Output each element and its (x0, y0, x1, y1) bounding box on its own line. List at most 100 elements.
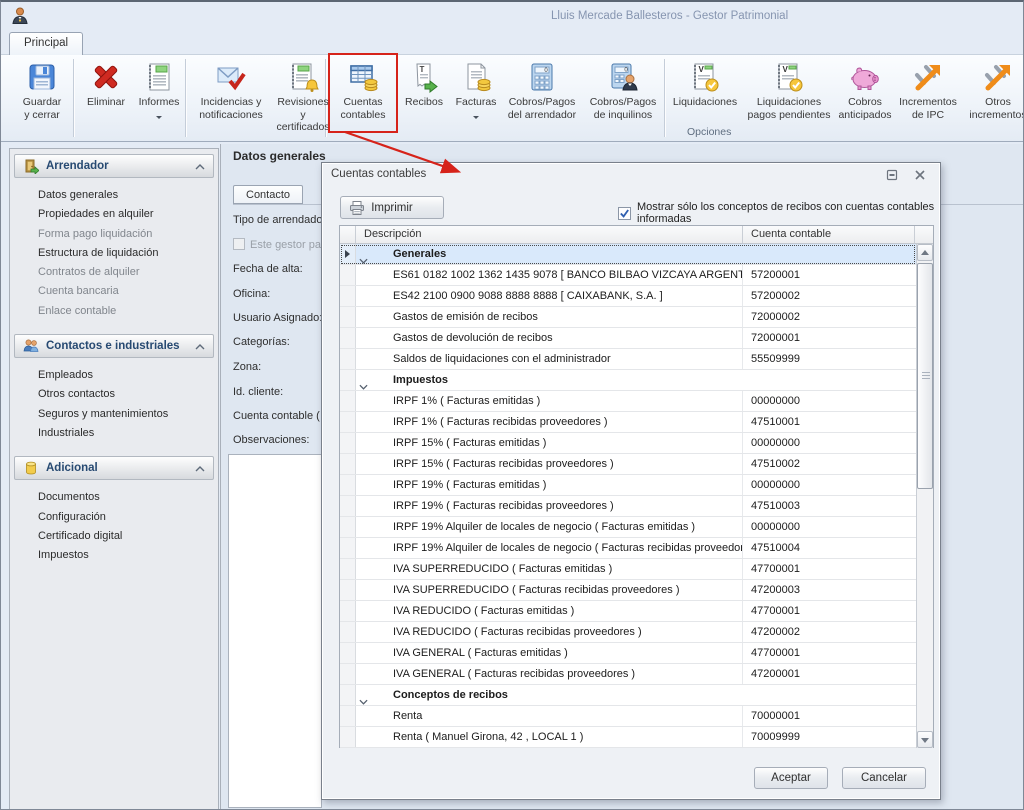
cell-cuenta-contable: 47510002 (743, 454, 916, 474)
sidebar-item-empleados[interactable]: Empleados (14, 366, 214, 385)
grid-row[interactable]: IRPF 19% Alquiler de locales de negocio … (340, 538, 916, 559)
sidebar-item-forma-pago-liquidaci-n[interactable]: Forma pago liquidación (14, 225, 214, 244)
grid-group-row-generales[interactable]: Generales (340, 244, 916, 265)
vertical-scrollbar[interactable] (916, 244, 933, 748)
close-icon[interactable] (914, 168, 928, 182)
cell-cuenta-contable: 47510003 (743, 496, 916, 516)
grid-row[interactable]: IVA SUPERREDUCIDO ( Facturas emitidas )4… (340, 559, 916, 580)
ribbon-button-incidencias-y-notificaciones[interactable]: Incidencias y notificaciones (189, 58, 273, 132)
sidebar-item-contratos-de-alquiler[interactable]: Contratos de alquiler (14, 263, 214, 282)
ribbon-button-cobros-pagos-del-arrendador[interactable]: 0Cobros/Pagos del arrendador (502, 58, 582, 132)
chevron-up-icon (195, 157, 205, 175)
calculator-person-icon: 0 (584, 61, 662, 95)
row-indicator (340, 349, 356, 369)
scroll-down-icon[interactable] (917, 731, 933, 748)
sidebar-item-configuraci-n[interactable]: Configuración (14, 508, 214, 527)
grid-row[interactable]: IVA REDUCIDO ( Facturas recibidas provee… (340, 622, 916, 643)
row-indicator (340, 391, 356, 411)
grid-row[interactable]: Gastos de emisión de recibos72000002 (340, 307, 916, 328)
ribbon-button-liquidaciones-pagos-pendientes[interactable]: VLiquidaciones pagos pendientes (745, 58, 833, 132)
grid-row[interactable]: IVA GENERAL ( Facturas recibidas proveed… (340, 664, 916, 685)
ribbon-button-informes[interactable]: Informes (135, 58, 183, 132)
aceptar-button[interactable]: Aceptar (754, 767, 828, 789)
ribbon-button-guardar-y-cerrar[interactable]: Guardar y cerrar (13, 58, 71, 132)
scroll-up-icon[interactable] (917, 244, 933, 261)
cell-descripcion: IRPF 1% ( Facturas emitidas ) (356, 391, 743, 411)
svg-text:V: V (783, 65, 789, 74)
restore-icon[interactable] (886, 168, 900, 182)
cell-cuenta-contable: 00000000 (743, 517, 916, 537)
tab-principal[interactable]: Principal (9, 32, 83, 55)
sidebar-item-documentos[interactable]: Documentos (14, 488, 214, 507)
grid-row[interactable]: IVA SUPERREDUCIDO ( Facturas recibidas p… (340, 580, 916, 601)
form-label-cuenta-contable: Cuenta contable ( (233, 410, 320, 422)
row-indicator (340, 286, 356, 306)
grid-row[interactable]: Renta ( Manuel Girona, 42 , LOCAL 1 )700… (340, 727, 916, 748)
ribbon-button-eliminar[interactable]: Eliminar (79, 58, 133, 132)
sidebar-item-enlace-contable[interactable]: Enlace contable (14, 302, 214, 321)
grid-header-cuenta-contable[interactable]: Cuenta contable (743, 226, 915, 243)
ribbon-button-otros-incrementos[interactable]: Otros incrementos (963, 58, 1024, 132)
grid-row[interactable]: IRPF 1% ( Facturas recibidas proveedores… (340, 412, 916, 433)
grid-row[interactable]: Saldos de liquidaciones con el administr… (340, 349, 916, 370)
grid-row[interactable]: IRPF 19% Alquiler de locales de negocio … (340, 517, 916, 538)
grid-row[interactable]: IRPF 1% ( Facturas emitidas )00000000 (340, 391, 916, 412)
sidebar-item-industriales[interactable]: Industriales (14, 424, 214, 443)
ribbon-button-incrementos-de-ipc[interactable]: Incrementos de IPC (895, 58, 961, 132)
sidebar-group-items: EmpleadosOtros contactosSeguros y manten… (14, 358, 214, 456)
ribbon-button-cuentas-contables[interactable]: Cuentas contables (332, 58, 394, 132)
ribbon-button-liquidaciones[interactable]: VLiquidaciones (667, 58, 743, 132)
sidebar-item-certificado-digital[interactable]: Certificado digital (14, 527, 214, 546)
tab-contacto[interactable]: Contacto (233, 185, 303, 204)
grid-header-descripcion[interactable]: Descripción (356, 226, 743, 243)
form-label-este-gestor-pat[interactable]: Este gestor pat (233, 238, 324, 251)
calculator-icon: 0 (502, 61, 582, 95)
ribbon-button-cobros-anticipados[interactable]: Cobros anticipados (837, 58, 893, 132)
observaciones-textarea[interactable] (228, 454, 322, 808)
grid-row[interactable]: IRPF 15% ( Facturas recibidas proveedore… (340, 454, 916, 475)
ribbon-button-label: Cobros/Pagos del arrendador (502, 96, 582, 121)
grid-row[interactable]: Renta70000001 (340, 706, 916, 727)
ribbon-button-cobros-pagos-de-inquilinos[interactable]: 0Cobros/Pagos de inquilinos (584, 58, 662, 132)
grid-row[interactable]: IRPF 19% ( Facturas recibidas proveedore… (340, 496, 916, 517)
cell-cuenta-contable: 55509999 (743, 349, 916, 369)
sidebar-item-propiedades-en-alquiler[interactable]: Propiedades en alquiler (14, 205, 214, 224)
ribbon-button-label: Recibos (398, 96, 450, 109)
grid-row[interactable]: Gastos de devolución de recibos72000001 (340, 328, 916, 349)
thumb-grip (922, 372, 930, 380)
sidebar-group-arrendador[interactable]: Arrendador (14, 154, 214, 178)
sidebar-item-impuestos[interactable]: Impuestos (14, 546, 214, 565)
grid-row[interactable]: IVA GENERAL ( Facturas emitidas )4770000… (340, 643, 916, 664)
grid-row[interactable]: IVA REDUCIDO ( Facturas emitidas )477000… (340, 601, 916, 622)
sidebar-item-estructura-de-liquidaci-n[interactable]: Estructura de liquidación (14, 244, 214, 263)
trend-up-icon (895, 61, 961, 95)
ribbon-button-recibos[interactable]: TRecibos (398, 58, 450, 132)
sidebar-item-seguros-y-mantenimientos[interactable]: Seguros y mantenimientos (14, 405, 214, 424)
sidebar-item-otros-contactos[interactable]: Otros contactos (14, 385, 214, 404)
grid-row[interactable]: IRPF 19% ( Facturas emitidas )00000000 (340, 475, 916, 496)
sidebar-item-cuenta-bancaria[interactable]: Cuenta bancaria (14, 282, 214, 301)
scrollbar-thumb[interactable] (917, 263, 933, 489)
grid-group-row-conceptos-de-recibos[interactable]: Conceptos de recibos (340, 685, 916, 706)
row-indicator (340, 685, 356, 705)
ribbon-button-revisiones-y-certificados[interactable]: Revisiones y certificados (275, 58, 331, 132)
cell-descripcion: IRPF 19% ( Facturas emitidas ) (356, 475, 743, 495)
form-label-usuario-asignado: Usuario Asignado: (233, 312, 322, 324)
form-label-zona: Zona: (233, 361, 261, 373)
sidebar-group-adicional[interactable]: Adicional (14, 456, 214, 480)
ribbon-button-facturas[interactable]: Facturas (452, 58, 500, 132)
sidebar-group-contactos-e-industriales[interactable]: Contactos e industriales (14, 334, 214, 358)
grid-row[interactable]: IRPF 15% ( Facturas emitidas )00000000 (340, 433, 916, 454)
form-label-id-cliente: Id. cliente: (233, 386, 283, 398)
filter-checkbox[interactable]: Mostrar sólo los conceptos de recibos co… (618, 201, 940, 225)
navigation-sidebar: Arrendador Datos generalesPropiedades en … (9, 148, 219, 810)
grid-row[interactable]: ES42 2100 0900 9088 8888 8888 [ CAIXABAN… (340, 286, 916, 307)
invoice-coins-icon (452, 61, 500, 95)
sidebar-group-title: Arrendador (46, 160, 195, 172)
grid-row[interactable]: ES61 0182 1002 1362 1435 9078 [ BANCO BI… (340, 265, 916, 286)
row-indicator (340, 727, 356, 747)
cancelar-button[interactable]: Cancelar (842, 767, 926, 789)
sidebar-item-datos-generales[interactable]: Datos generales (14, 186, 214, 205)
grid-group-row-impuestos[interactable]: Impuestos (340, 370, 916, 391)
print-button[interactable]: Imprimir (340, 196, 444, 219)
